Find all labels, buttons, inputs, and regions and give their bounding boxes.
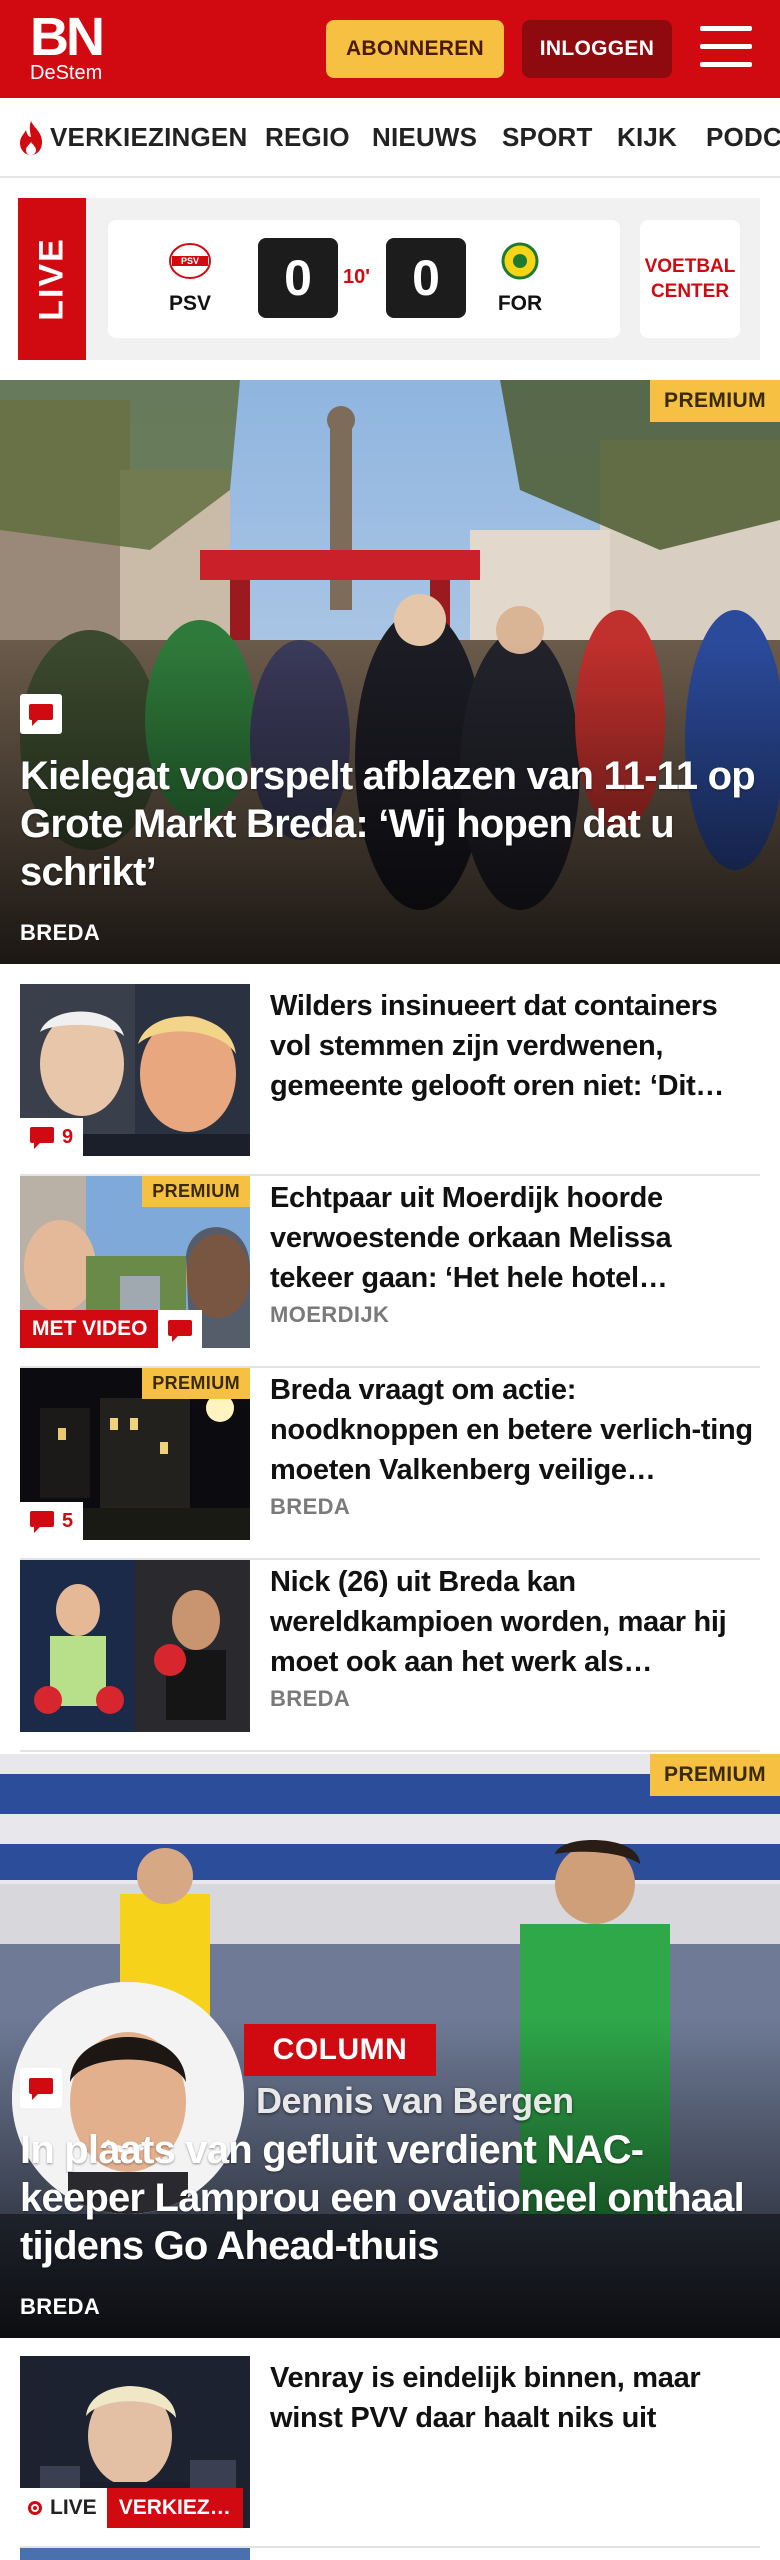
article-title[interactable]: Breda vraagt om actie: noodknoppen en be… [270, 1370, 760, 1490]
logo-sub: DeStem [30, 62, 103, 84]
site-logo[interactable]: BN DeStem [30, 7, 105, 84]
nav-item-sport[interactable]: SPORT [502, 122, 593, 153]
match-card[interactable]: PSV PSV 0 10' 0 FOR [108, 220, 620, 338]
live-badge: LIVE VERKIEZ… [20, 2488, 243, 2528]
article-thumbnail: 9 [20, 984, 250, 1156]
away-team: FOR [490, 242, 550, 316]
nav-item-regio[interactable]: REGIO [265, 122, 350, 153]
list-item[interactable]: PREMIUM 5 Breda vraagt om actie: noodkno… [20, 1368, 760, 1560]
article-title[interactable]: Venray is eindelijk binnen, maar winst P… [270, 2358, 760, 2438]
comment-icon [20, 2068, 62, 2108]
main-nav: VERKIEZINGEN REGIO NIEUWS SPORT KIJK POD… [0, 98, 780, 178]
comment-badge [158, 1310, 202, 1348]
svg-text:PSV: PSV [181, 256, 199, 266]
video-badge: MET VIDEO [20, 1310, 160, 1348]
flame-icon [20, 121, 42, 155]
away-score: 0 [386, 238, 466, 318]
home-team-name: PSV [168, 292, 212, 315]
voetbal-center-link[interactable]: VOETBAL CENTER [640, 220, 740, 338]
article-location: BREDA [270, 1494, 351, 1519]
comment-icon [168, 1320, 192, 1342]
hero-location: BREDA [20, 920, 101, 945]
login-button[interactable]: INLOGGEN [522, 20, 672, 78]
fortuna-crest-icon [501, 242, 539, 280]
away-team-name: FOR [497, 292, 543, 315]
nav-item-podcast[interactable]: PODCAST [706, 122, 780, 153]
premium-badge: PREMIUM [650, 380, 780, 422]
column-label: COLUMN [244, 2024, 436, 2076]
hero-title[interactable]: Kielegat voorspelt afblazen van 11-11 op… [20, 752, 762, 896]
comment-icon [30, 1127, 54, 1149]
article-title[interactable]: Wilders insinueert dat containers vol st… [270, 986, 760, 1106]
hero-article-column[interactable]: PREMIUM COLUMN Dennis van Bergen In plaa… [0, 1754, 780, 2338]
list-item[interactable]: LIVE VERKIEZ… Venray is eindelijk binnen… [20, 2356, 760, 2548]
live-dot-icon [28, 2501, 42, 2515]
logo-main: BN [30, 7, 105, 67]
hero-title[interactable]: In plaats van gefluit verdient NAC-keepe… [20, 2126, 762, 2270]
article-location: MOERDIJK [270, 1302, 390, 1327]
list-item[interactable]: PREMIUM MET VIDEO Echtpaar uit Moerdijk … [20, 1176, 760, 1368]
hero-location: BREDA [20, 2294, 101, 2319]
menu-icon[interactable] [700, 24, 752, 72]
list-item[interactable]: 9 Wilders insinueert dat containers vol … [20, 984, 760, 1176]
comment-icon [30, 1511, 54, 1533]
premium-badge: PREMIUM [142, 1368, 250, 1399]
comment-count-badge: 9 [20, 1118, 84, 1156]
home-score: 0 [258, 238, 338, 318]
article-title[interactable]: Nick (26) uit Breda kan wereldkampioen w… [270, 1562, 760, 1682]
live-tag: LIVE [18, 198, 86, 360]
article-location: BREDA [270, 1686, 351, 1711]
comment-count-badge: 5 [20, 1502, 84, 1540]
article-title[interactable]: Echtpaar uit Moerdijk hoorde verwoestend… [270, 1178, 760, 1298]
article-thumbnail: LIVE VERKIEZ… [20, 2356, 250, 2528]
hero-article-kielegat[interactable]: PREMIUM Kielegat voorspelt afblazen van … [0, 380, 780, 964]
article-thumbnail: PREMIUM MET VIDEO [20, 1176, 250, 1348]
subscribe-button[interactable]: ABONNEREN [326, 20, 504, 78]
nav-item-kijk[interactable]: KIJK [617, 122, 677, 153]
column-author: Dennis van Bergen [256, 2080, 574, 2121]
live-score-widget: LIVE PSV PSV 0 10' 0 FOR VOETBAL CENTER [18, 198, 760, 360]
match-minute: 10' [343, 266, 371, 288]
next-article-thumbnail-peek [20, 2548, 250, 2560]
home-team: PSV PSV [160, 242, 220, 316]
comment-icon [20, 694, 62, 734]
article-thumbnail [20, 1560, 250, 1732]
nav-item-verkiezingen[interactable]: VERKIEZINGEN [50, 122, 247, 153]
premium-badge: PREMIUM [142, 1176, 250, 1207]
nav-item-nieuws[interactable]: NIEUWS [372, 122, 477, 153]
list-item[interactable]: Nick (26) uit Breda kan wereldkampioen w… [20, 1560, 760, 1752]
article-thumbnail: PREMIUM 5 [20, 1368, 250, 1540]
psv-crest-icon: PSV [169, 243, 211, 279]
site-header: BN DeStem ABONNEREN INLOGGEN [0, 0, 780, 98]
premium-badge: PREMIUM [650, 1754, 780, 1796]
